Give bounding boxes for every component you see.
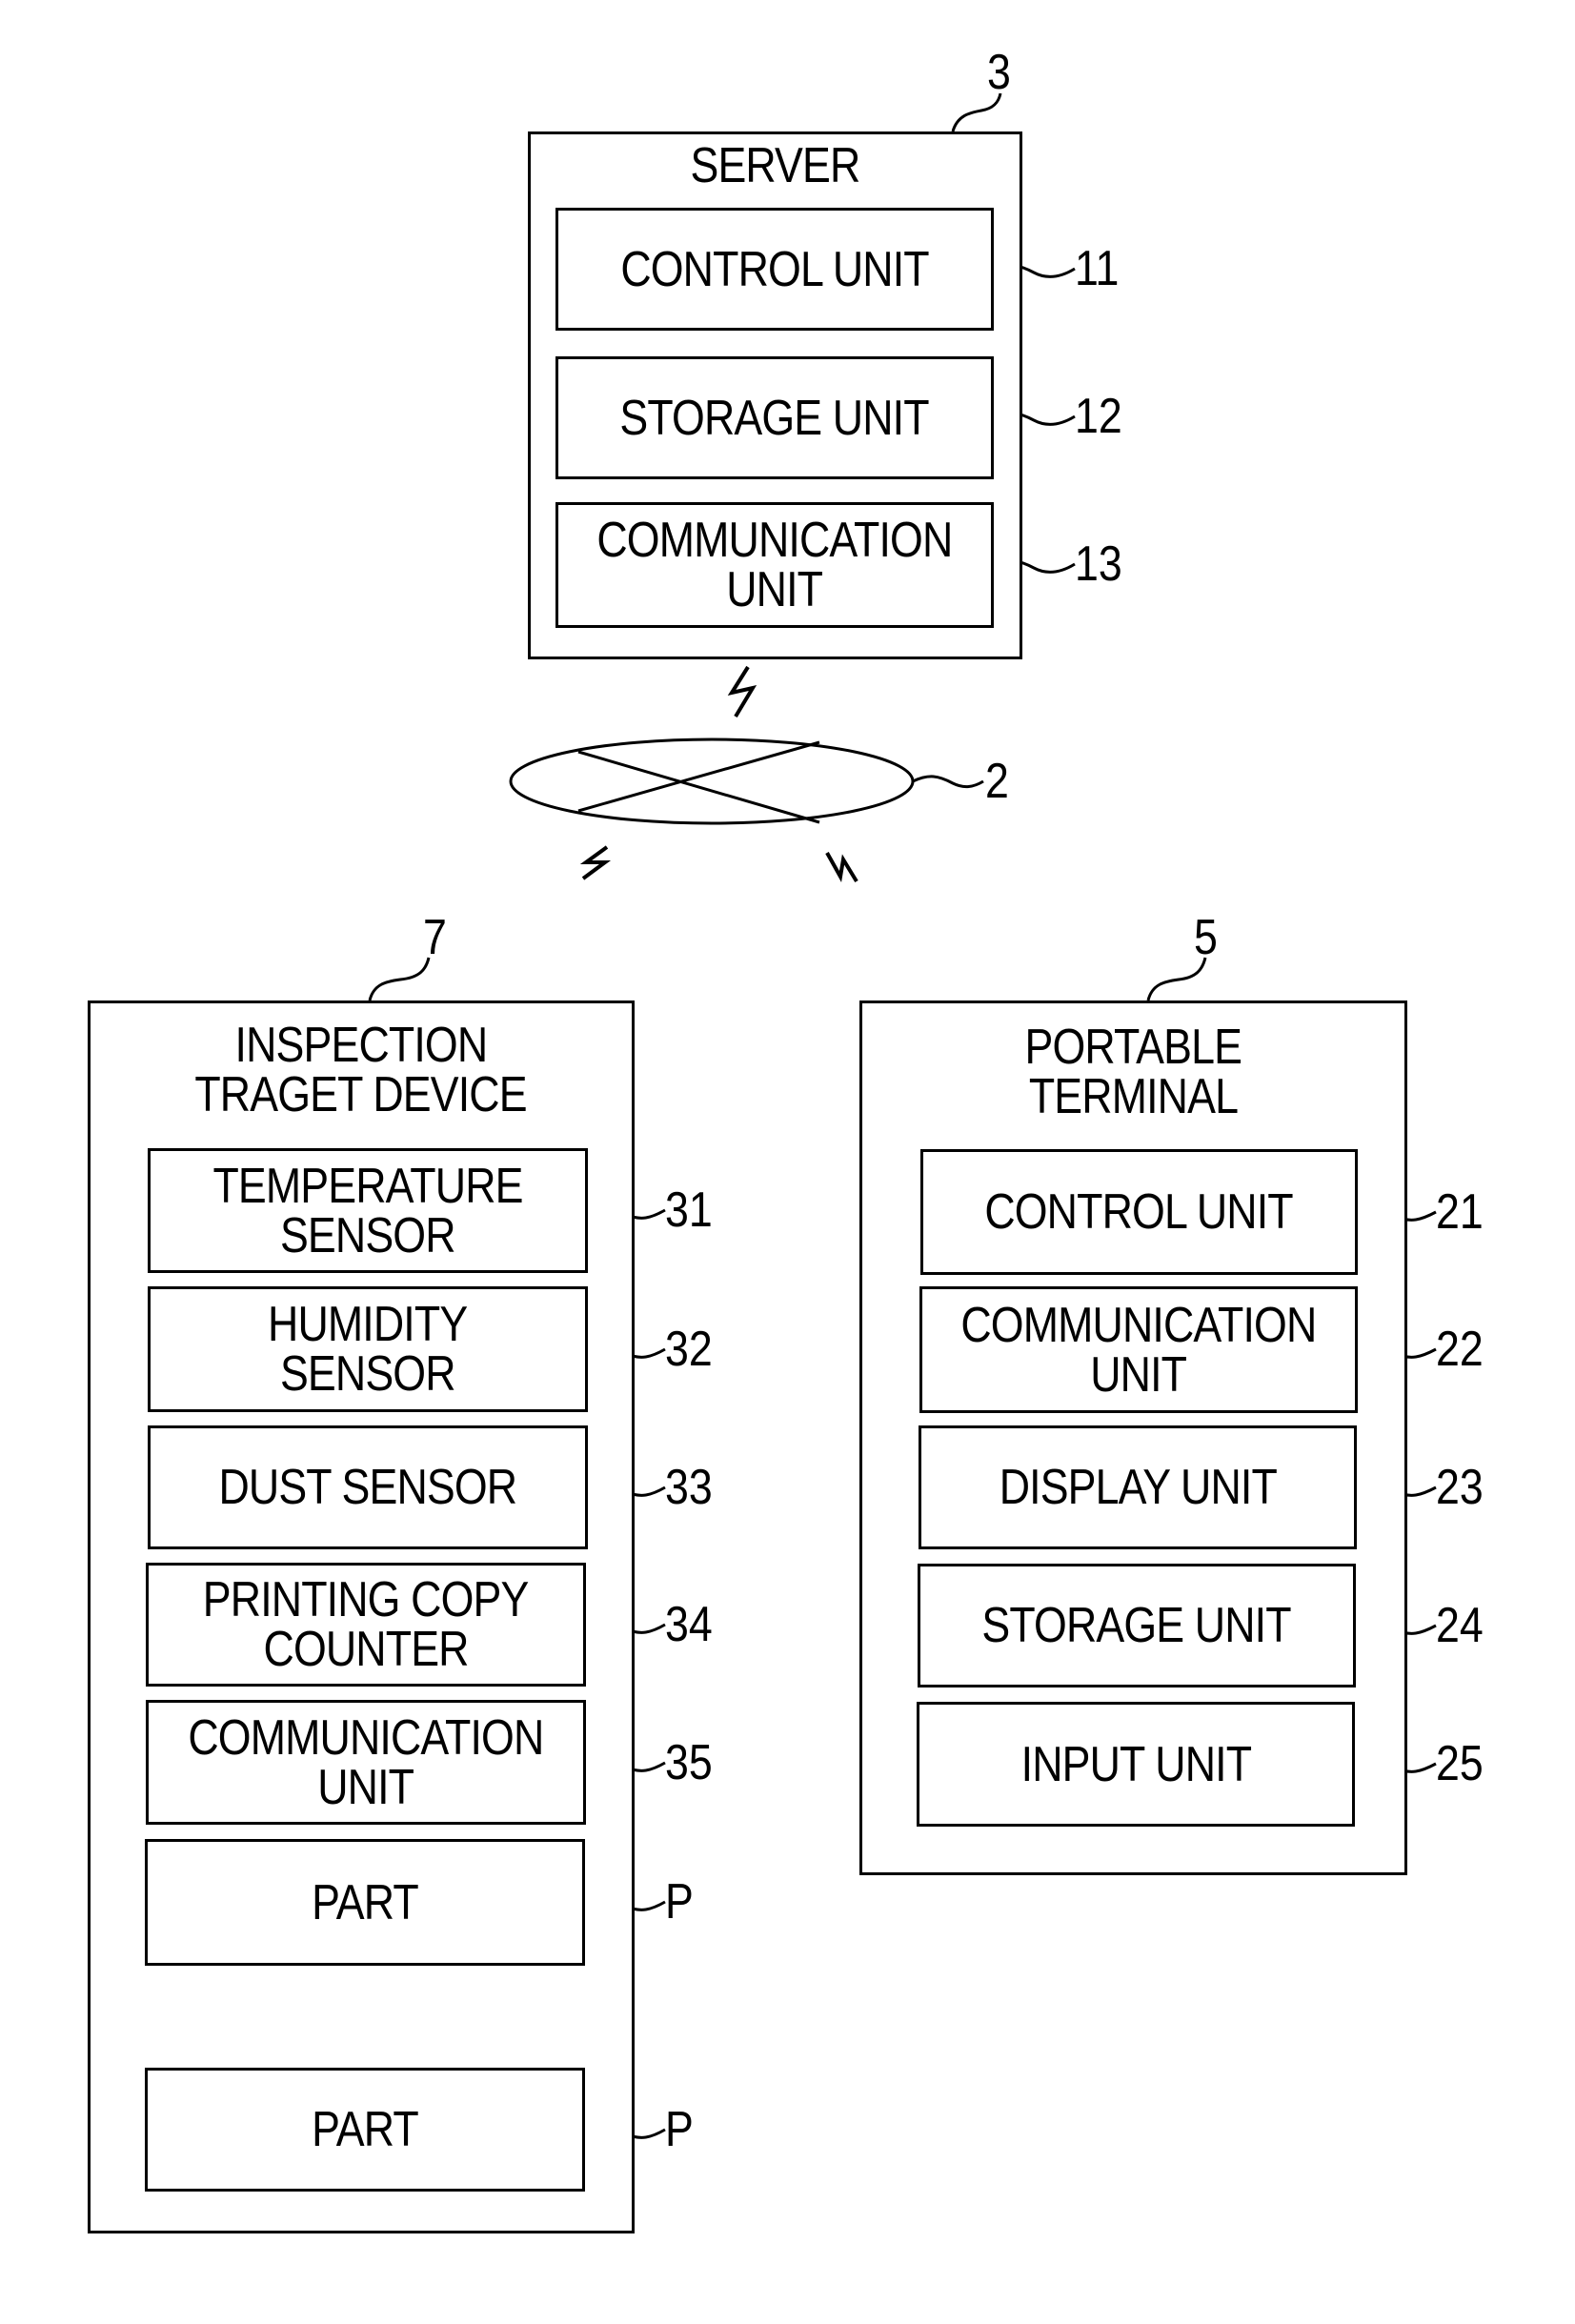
part-unit-1-ref: P bbox=[665, 1874, 694, 1930]
terminal-input-unit-ref: 25 bbox=[1436, 1736, 1484, 1791]
server-ref-number: 3 bbox=[987, 45, 1011, 100]
printing-copy-counter-ref: 34 bbox=[665, 1597, 713, 1652]
humidity-sensor-unit: HUMIDITY SENSOR bbox=[148, 1286, 588, 1412]
printing-copy-counter-unit: PRINTING COPY COUNTER bbox=[146, 1563, 586, 1687]
server-communication-unit-ref: 13 bbox=[1075, 536, 1122, 592]
portable-terminal-ref-number: 5 bbox=[1194, 910, 1218, 965]
terminal-control-unit-ref: 21 bbox=[1436, 1184, 1484, 1240]
part-unit-1: PART bbox=[145, 1839, 585, 1966]
lightning-icon-terminal bbox=[825, 852, 858, 883]
inspection-device-ref-number: 7 bbox=[423, 910, 447, 965]
terminal-display-unit: DISPLAY UNIT bbox=[919, 1425, 1357, 1549]
dust-sensor-unit: DUST SENSOR bbox=[148, 1425, 588, 1549]
server-storage-unit-ref: 12 bbox=[1075, 389, 1122, 444]
network-cross-line-1 bbox=[577, 750, 820, 824]
lightning-icon-device bbox=[579, 845, 612, 880]
part-unit-2-ref: P bbox=[665, 2102, 694, 2157]
network-cross-line-2 bbox=[577, 740, 820, 813]
terminal-communication-unit-ref: 22 bbox=[1436, 1322, 1484, 1377]
temperature-sensor-ref: 31 bbox=[665, 1182, 713, 1238]
terminal-storage-unit: STORAGE UNIT bbox=[918, 1564, 1356, 1687]
terminal-control-unit: CONTROL UNIT bbox=[920, 1149, 1358, 1275]
terminal-input-unit: INPUT UNIT bbox=[917, 1702, 1355, 1827]
terminal-storage-unit-ref: 24 bbox=[1436, 1598, 1484, 1653]
terminal-communication-unit: COMMUNICATION UNIT bbox=[919, 1286, 1358, 1413]
portable-terminal-title: PORTABLE TERMINAL bbox=[1024, 1020, 1242, 1124]
leader-line-2 bbox=[912, 775, 984, 789]
server-title: SERVER bbox=[690, 138, 861, 193]
humidity-sensor-ref: 32 bbox=[665, 1322, 713, 1377]
part-unit-2: PART bbox=[145, 2068, 585, 2192]
network-ellipse bbox=[509, 738, 915, 825]
terminal-display-unit-ref: 23 bbox=[1436, 1460, 1484, 1515]
network-ref-number: 2 bbox=[985, 754, 1009, 809]
leader-line-7 bbox=[368, 957, 431, 1001]
server-communication-unit: COMMUNICATION UNIT bbox=[555, 502, 994, 628]
device-communication-unit-ref: 35 bbox=[665, 1735, 713, 1790]
device-communication-unit: COMMUNICATION UNIT bbox=[146, 1700, 586, 1825]
server-control-unit-ref: 11 bbox=[1075, 241, 1120, 296]
lightning-icon-server bbox=[727, 665, 757, 718]
temperature-sensor-unit: TEMPERATURE SENSOR bbox=[148, 1148, 588, 1273]
dust-sensor-ref: 33 bbox=[665, 1460, 713, 1515]
inspection-device-title: INSPECTION TRAGET DEVICE bbox=[194, 1018, 528, 1122]
server-storage-unit: STORAGE UNIT bbox=[555, 356, 994, 479]
server-control-unit: CONTROL UNIT bbox=[555, 208, 994, 331]
